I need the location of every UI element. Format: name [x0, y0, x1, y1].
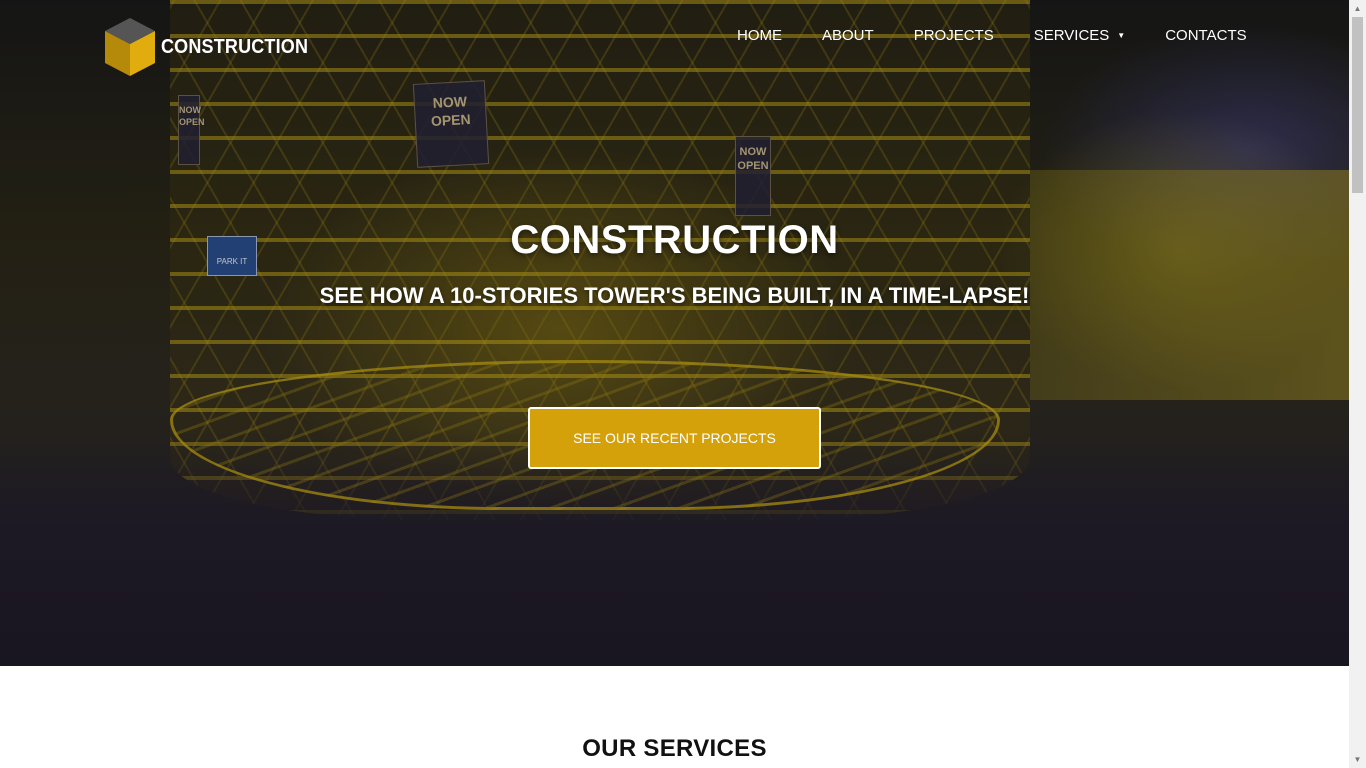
- services-section-title: OUR SERVICES: [582, 735, 767, 762]
- recent-projects-button[interactable]: SEE OUR RECENT PROJECTS: [528, 407, 821, 469]
- scroll-up-arrow-icon[interactable]: ▲: [1349, 0, 1366, 17]
- brand-logo-link[interactable]: CONSTRUCTION: [105, 18, 325, 76]
- cube-logo-icon: [105, 18, 155, 76]
- brand-name: CONSTRUCTION: [161, 35, 309, 58]
- main-nav: HOME ABOUT PROJECTS SERVICES ▼ CONTACTS: [737, 26, 1247, 44]
- scroll-down-arrow-icon[interactable]: ▼: [1349, 751, 1366, 768]
- nav-item-services-label: SERVICES: [1033, 26, 1110, 44]
- nav-item-contacts[interactable]: CONTACTS: [1165, 27, 1246, 44]
- hero-section: NOW OPEN NOW OPEN NOW OPEN PARK IT CONST…: [0, 0, 1349, 666]
- hero-overlay: [0, 0, 1349, 666]
- nav-item-services[interactable]: SERVICES ▼: [1034, 27, 1126, 44]
- hero-title: CONSTRUCTION: [510, 218, 839, 262]
- nav-item-about[interactable]: ABOUT: [822, 27, 874, 44]
- hero-subtitle: SEE HOW A 10-STORIES TOWER'S BEING BUILT…: [319, 283, 1030, 308]
- nav-item-projects[interactable]: PROJECTS: [914, 27, 994, 44]
- page-scrollbar[interactable]: ▲ ▼: [1349, 0, 1366, 768]
- nav-item-home[interactable]: HOME: [737, 27, 782, 44]
- scrollbar-thumb[interactable]: [1352, 17, 1363, 193]
- caret-down-icon: ▼: [1117, 30, 1126, 40]
